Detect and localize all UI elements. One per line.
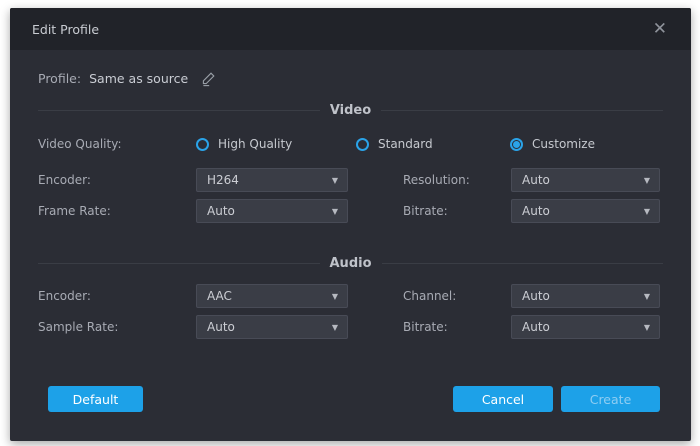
dialog-header: Edit Profile ✕ bbox=[10, 8, 691, 50]
default-button[interactable]: Default bbox=[48, 386, 143, 412]
video-encoder-label: Encoder: bbox=[38, 173, 196, 187]
profile-name-value: Same as source bbox=[89, 71, 188, 86]
video-quality-label: Video Quality: bbox=[38, 137, 196, 151]
dialog-footer: Default Cancel Create bbox=[38, 386, 663, 412]
profile-label: Profile: bbox=[38, 71, 81, 86]
audio-bitrate-label: Bitrate: bbox=[403, 320, 511, 334]
chevron-down-icon: ▼ bbox=[332, 207, 338, 216]
audio-samplerate-dropdown[interactable]: Auto ▼ bbox=[196, 315, 348, 339]
audio-channel-label: Channel: bbox=[403, 289, 511, 303]
chevron-down-icon: ▼ bbox=[644, 207, 650, 216]
video-section-header: Video bbox=[38, 101, 663, 119]
video-row-1: Encoder: H264 ▼ Resolution: Auto ▼ bbox=[38, 168, 663, 192]
audio-row-2: Sample Rate: Auto ▼ Bitrate: Auto ▼ bbox=[38, 315, 663, 339]
radio-customize[interactable]: Customize bbox=[510, 137, 595, 151]
dialog-body: Profile: Same as source Video Video Qual… bbox=[10, 65, 691, 412]
radio-standard[interactable]: Standard bbox=[356, 137, 510, 151]
divider bbox=[38, 110, 320, 111]
audio-channel-dropdown[interactable]: Auto ▼ bbox=[511, 284, 660, 308]
video-section-title: Video bbox=[320, 103, 381, 118]
chevron-down-icon: ▼ bbox=[644, 292, 650, 301]
video-bitrate-dropdown[interactable]: Auto ▼ bbox=[511, 199, 660, 223]
edit-profile-dialog: Edit Profile ✕ Profile: Same as source V… bbox=[10, 8, 691, 441]
audio-section-title: Audio bbox=[320, 256, 382, 271]
radio-icon bbox=[196, 138, 209, 151]
audio-row-1: Encoder: AAC ▼ Channel: Auto ▼ bbox=[38, 284, 663, 308]
chevron-down-icon: ▼ bbox=[332, 323, 338, 332]
cancel-button[interactable]: Cancel bbox=[453, 386, 553, 412]
chevron-down-icon: ▼ bbox=[644, 323, 650, 332]
audio-section-header: Audio bbox=[38, 254, 663, 272]
audio-encoder-label: Encoder: bbox=[38, 289, 196, 303]
divider bbox=[38, 263, 320, 264]
video-resolution-dropdown[interactable]: Auto ▼ bbox=[511, 168, 660, 192]
video-framerate-label: Frame Rate: bbox=[38, 204, 196, 218]
profile-row: Profile: Same as source bbox=[38, 65, 663, 91]
chevron-down-icon: ▼ bbox=[332, 292, 338, 301]
divider bbox=[382, 263, 664, 264]
video-row-2: Frame Rate: Auto ▼ Bitrate: Auto ▼ bbox=[38, 199, 663, 223]
close-icon[interactable]: ✕ bbox=[649, 19, 671, 40]
video-encoder-dropdown[interactable]: H264 ▼ bbox=[196, 168, 348, 192]
video-framerate-dropdown[interactable]: Auto ▼ bbox=[196, 199, 348, 223]
audio-samplerate-label: Sample Rate: bbox=[38, 320, 196, 334]
divider bbox=[381, 110, 663, 111]
create-button[interactable]: Create bbox=[561, 386, 660, 412]
radio-icon bbox=[356, 138, 369, 151]
video-bitrate-label: Bitrate: bbox=[403, 204, 511, 218]
audio-encoder-dropdown[interactable]: AAC ▼ bbox=[196, 284, 348, 308]
video-resolution-label: Resolution: bbox=[403, 173, 511, 187]
chevron-down-icon: ▼ bbox=[644, 176, 650, 185]
video-quality-row: Video Quality: High Quality Standard Cus… bbox=[38, 132, 663, 156]
chevron-down-icon: ▼ bbox=[332, 176, 338, 185]
edit-pencil-icon[interactable] bbox=[200, 70, 217, 87]
dialog-title: Edit Profile bbox=[32, 22, 649, 37]
radio-high-quality[interactable]: High Quality bbox=[196, 137, 356, 151]
audio-bitrate-dropdown[interactable]: Auto ▼ bbox=[511, 315, 660, 339]
radio-icon bbox=[510, 138, 523, 151]
